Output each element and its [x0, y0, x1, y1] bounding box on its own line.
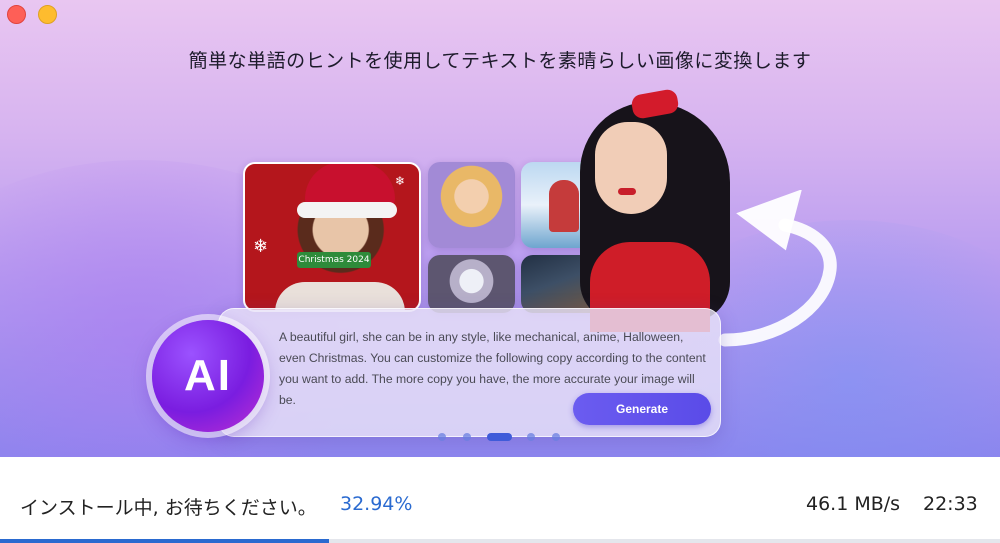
install-status-label: インストール中, お待ちください。: [20, 497, 317, 519]
generate-button[interactable]: Generate: [573, 393, 711, 425]
pager-dot-active[interactable]: [487, 433, 512, 441]
pager-dot[interactable]: [438, 433, 446, 441]
hero-headline: 簡単な単語のヒントを使用してテキストを素晴らしい画像に変換します: [188, 50, 812, 72]
sample-image-anime-blonde: [428, 162, 515, 248]
install-percent: 32.94%: [340, 493, 413, 515]
snowflake-icon: ❄: [395, 174, 406, 188]
download-speed: 46.1 MB/s: [806, 493, 901, 515]
featured-portrait: [570, 88, 745, 332]
pager-dot[interactable]: [527, 433, 535, 441]
sample-image-mechanical: [428, 255, 515, 313]
prompt-panel: A beautiful girl, she can be in any styl…: [218, 308, 721, 437]
christmas-tag: Christmas 2024: [297, 252, 371, 268]
minimize-window-button[interactable]: [38, 5, 57, 24]
ai-logo-icon: AI: [152, 320, 264, 432]
pager-dot[interactable]: [552, 433, 560, 441]
pager-dot[interactable]: [463, 433, 471, 441]
carousel-pager: [0, 431, 1000, 443]
progress-fill: [0, 539, 330, 543]
snowflake-icon: ❄: [253, 236, 269, 257]
progress-track: [0, 539, 1000, 543]
close-window-button[interactable]: [7, 5, 26, 24]
remaining-time: 22:33: [923, 493, 978, 515]
install-status-bar: インストール中, お待ちください。 32.94% 46.1 MB/s 22:33: [0, 457, 1000, 543]
sample-image-christmas: ❄ ❄ Christmas 2024: [243, 162, 421, 312]
